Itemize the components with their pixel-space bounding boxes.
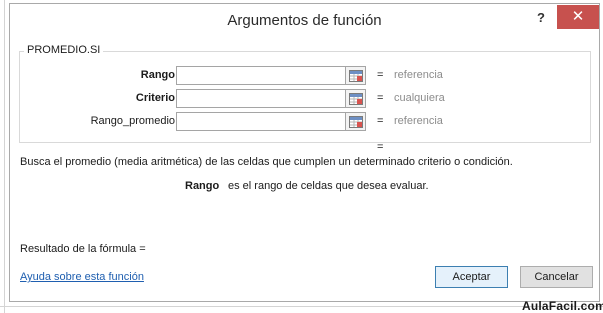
close-icon[interactable]: ✕ [557, 5, 599, 29]
argument-row-criterio: Criterio = cualquiera [20, 89, 590, 109]
function-description: Busca el promedio (media aritmética) de … [20, 156, 513, 168]
function-arguments-dialog: Argumentos de función ? ✕ PROMEDIO.SI Ra… [9, 3, 600, 302]
equals-sign: = [377, 115, 384, 127]
argument-label: Criterio [135, 92, 175, 104]
equals-sign: = [377, 92, 384, 104]
argument-label: Rango_promedio [90, 115, 175, 127]
equals-sign: = [377, 69, 384, 81]
grid-line [0, 306, 603, 307]
argument-hint: cualquiera [394, 92, 445, 104]
dialog-title: Argumentos de función [227, 12, 382, 29]
range-selector-icon[interactable] [346, 66, 366, 85]
formula-result: Resultado de la fórmula = [20, 243, 146, 255]
dialog-titlebar[interactable]: Argumentos de función ? ✕ [10, 4, 599, 34]
argument-description-name: Rango [185, 180, 220, 192]
arguments-group: PROMEDIO.SI Rango = referencia Criterio [19, 44, 591, 143]
accept-button[interactable]: Aceptar [435, 266, 508, 288]
help-icon[interactable]: ? [534, 10, 548, 26]
criterio-input[interactable] [176, 89, 346, 108]
function-name: PROMEDIO.SI [24, 44, 104, 56]
function-result-equals: = [377, 141, 384, 153]
grid-line [4, 0, 5, 313]
rango-input[interactable] [176, 66, 346, 85]
range-selector-icon[interactable] [346, 89, 366, 108]
argument-hint: referencia [394, 69, 443, 81]
range-selector-icon[interactable] [346, 112, 366, 131]
argument-hint: referencia [394, 115, 443, 127]
argument-description-text: es el rango de celdas que desea evaluar. [228, 180, 429, 192]
argument-row-rango-promedio: Rango_promedio = referencia [20, 112, 590, 132]
cancel-button[interactable]: Cancelar [520, 266, 593, 288]
argument-row-rango: Rango = referencia [20, 66, 590, 86]
watermark-logo: AulaFacil.com [522, 299, 603, 313]
rango-promedio-input[interactable] [176, 112, 346, 131]
argument-label: Rango [140, 69, 175, 81]
help-link[interactable]: Ayuda sobre esta función [20, 271, 144, 283]
